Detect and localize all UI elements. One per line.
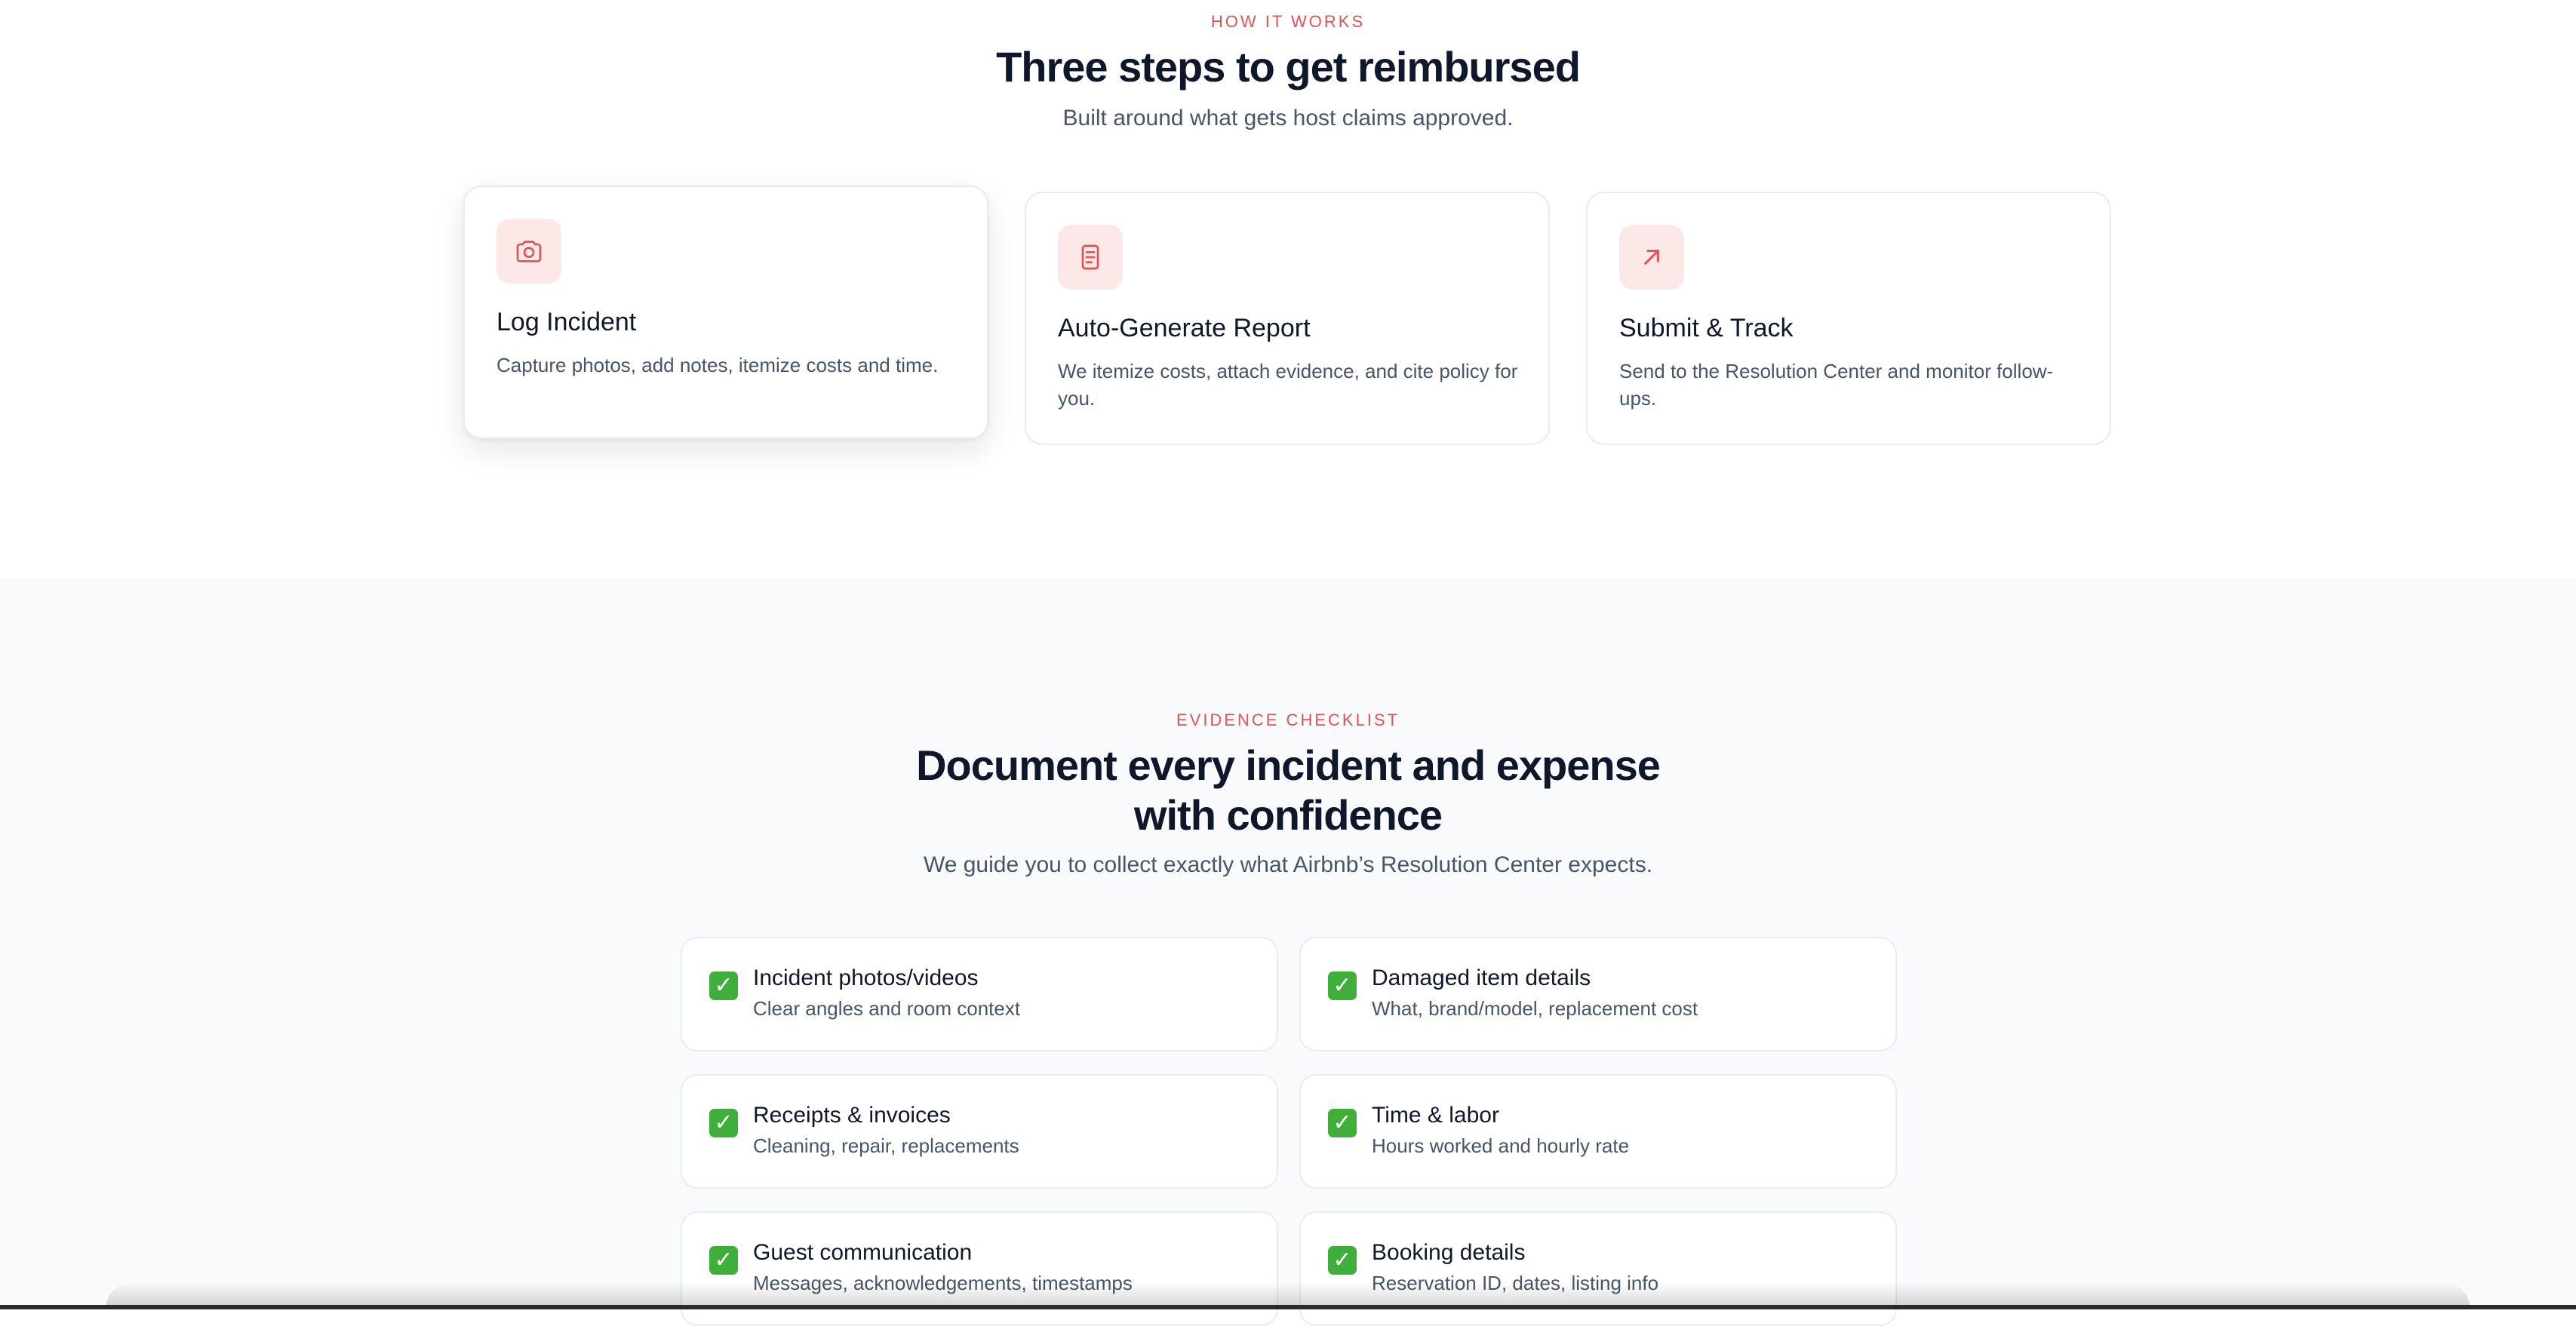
step-description: Capture photos, add notes, itemize costs… bbox=[496, 354, 939, 376]
step-description: We itemize costs, attach evidence, and c… bbox=[1058, 360, 1518, 410]
window-bottom-edge bbox=[0, 1305, 2576, 1309]
checkbox-checked-icon: ✓ bbox=[1328, 971, 1357, 1000]
step-title: Auto-Generate Report bbox=[1058, 314, 1311, 342]
checkbox-checked-icon: ✓ bbox=[709, 1109, 738, 1137]
checklist-item-description: Hours worked and hourly rate bbox=[1372, 1134, 1630, 1157]
checkbox-checked-icon: ✓ bbox=[709, 1246, 738, 1275]
evidence-checklist-title: Document every incident and expense with… bbox=[916, 741, 1661, 839]
evidence-checklist-eyebrow: EVIDENCE CHECKLIST bbox=[1176, 711, 1400, 729]
checklist-item-title: Time & labor bbox=[1372, 1103, 1499, 1128]
checklist-item: ✓ Damaged item details What, brand/model… bbox=[1299, 937, 1897, 1051]
step-description: Send to the Resolution Center and monito… bbox=[1619, 360, 2054, 410]
checklist-item-description: Cleaning, repair, replacements bbox=[753, 1134, 1019, 1157]
arrow-up-right-icon bbox=[1619, 225, 1684, 290]
step-title: Submit & Track bbox=[1619, 314, 1794, 342]
checkbox-checked-icon: ✓ bbox=[1328, 1246, 1357, 1275]
how-it-works-eyebrow: HOW IT WORKS bbox=[1210, 12, 1366, 31]
checklist-item-title: Booking details bbox=[1372, 1240, 1526, 1265]
checklist-item: ✓ Incident photos/videos Clear angles an… bbox=[681, 937, 1278, 1051]
how-it-works-section: HOW IT WORKS Three steps to get reimburs… bbox=[0, 0, 2576, 578]
step-card-auto-generate-report[interactable]: Auto-Generate Report We itemize costs, a… bbox=[1025, 192, 1550, 445]
checklist-item-title: Damaged item details bbox=[1372, 965, 1591, 990]
checkbox-checked-icon: ✓ bbox=[709, 971, 738, 1000]
checklist-item-description: Clear angles and room context bbox=[753, 997, 1021, 1020]
camera-icon bbox=[496, 219, 561, 284]
step-card-log-incident[interactable]: Log Incident Capture photos, add notes, … bbox=[463, 186, 988, 439]
checkbox-checked-icon: ✓ bbox=[1328, 1109, 1357, 1137]
how-it-works-title: Three steps to get reimbursed bbox=[996, 43, 1581, 91]
step-card-submit-track[interactable]: Submit & Track Send to the Resolution Ce… bbox=[1586, 192, 2111, 445]
document-icon bbox=[1058, 225, 1123, 290]
how-it-works-subtitle: Built around what gets host claims appro… bbox=[1062, 106, 1514, 130]
checklist-item-description: What, brand/model, replacement cost bbox=[1372, 997, 1698, 1020]
step-title: Log Incident bbox=[496, 308, 637, 336]
evidence-checklist-subtitle: We guide you to collect exactly what Air… bbox=[923, 852, 1653, 877]
checklist-item: ✓ Time & labor Hours worked and hourly r… bbox=[1299, 1074, 1897, 1189]
checklist-item: ✓ Receipts & invoices Cleaning, repair, … bbox=[681, 1074, 1278, 1189]
evidence-checklist-section: EVIDENCE CHECKLIST Document every incide… bbox=[0, 578, 2576, 1326]
checklist-item-title: Guest communication bbox=[753, 1240, 973, 1265]
checklist-item-title: Receipts & invoices bbox=[753, 1103, 951, 1128]
checklist-item-title: Incident photos/videos bbox=[753, 965, 979, 990]
